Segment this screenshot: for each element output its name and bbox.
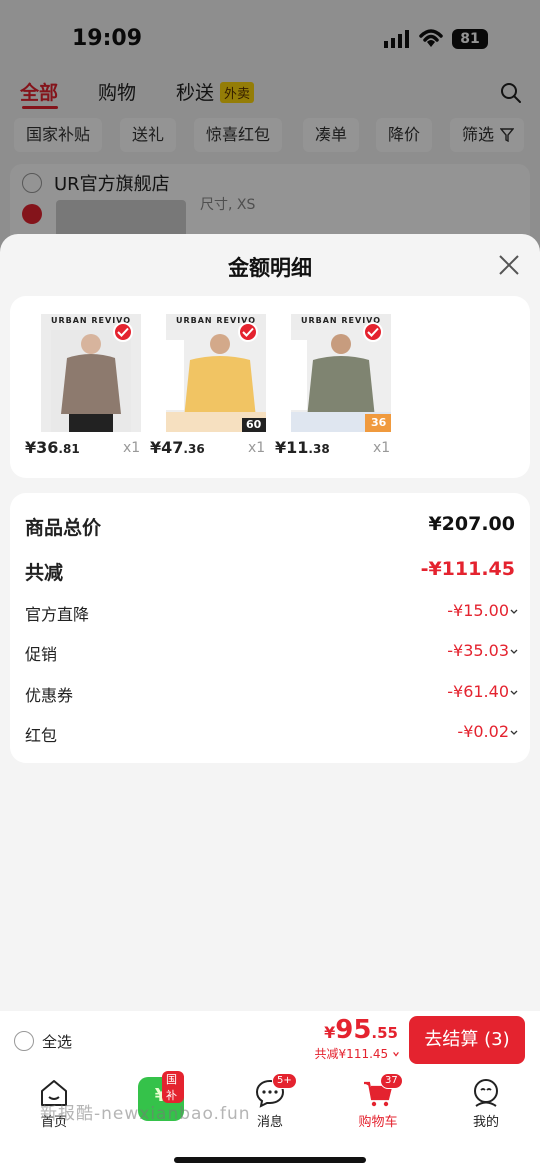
tab-cart-label: 购物车	[358, 1115, 398, 1130]
discount-label: 红包	[25, 726, 58, 745]
price-summary-card: 商品总价 ¥207.00 共减 -¥111.45 官方直降 -¥15.00 促销…	[10, 493, 530, 763]
item-quantity: x1	[248, 440, 266, 456]
discount-row-coupon[interactable]: 优惠券 -¥61.40	[25, 682, 518, 712]
select-all-radio[interactable]	[14, 1031, 34, 1051]
amount-detail-sheet: 金额明细 URBAN REVIVO ¥36.81 x1 URBAN REVIVO…	[0, 234, 540, 1011]
total-price-label: 商品总价	[25, 517, 102, 539]
chevron-down-icon	[510, 649, 518, 654]
messages-badge: 5+	[272, 1073, 297, 1089]
discount-value: -¥15.00	[447, 601, 509, 620]
discount-label: 优惠券	[25, 686, 74, 705]
select-all-label[interactable]: 全选	[42, 1031, 72, 1052]
chevron-down-icon	[510, 690, 518, 695]
total-reduction-row: 共减 -¥111.45	[25, 558, 515, 588]
item-price: ¥47.36	[150, 438, 205, 457]
watermark-text: 新报酷-newxianbao.fun	[40, 1104, 251, 1124]
checkout-button[interactable]: 去结算 (3)	[409, 1016, 525, 1064]
chevron-down-icon	[510, 730, 518, 735]
bottom-tab-bar: 首页 ¥ 国补 5+ 消息 37 购物车 我的 新报酷-newxianbao.f…	[0, 1071, 540, 1173]
selected-checkmark-icon	[238, 322, 258, 342]
tab-profile-label: 我的	[472, 1115, 499, 1130]
item-price: ¥36.81	[25, 438, 80, 457]
discount-row-official[interactable]: 官方直降 -¥15.00	[25, 601, 518, 631]
saving-summary[interactable]: 共减¥111.45	[315, 1045, 400, 1062]
chevron-down-icon	[510, 609, 518, 614]
selected-checkmark-icon	[113, 322, 133, 342]
discount-value: -¥61.40	[447, 682, 509, 701]
discount-value: -¥0.02	[457, 722, 509, 741]
price-tag-badge: 36	[371, 416, 387, 429]
chevron-down-icon	[393, 1052, 399, 1057]
discount-row-red-packet[interactable]: 红包 -¥0.02	[25, 722, 518, 752]
product-item[interactable]: URBAN REVIVO ¥36.81 x1	[25, 314, 145, 464]
product-item[interactable]: URBAN REVIVO 36 ¥11.38 x1	[275, 314, 395, 464]
product-item[interactable]: URBAN REVIVO 60 ¥47.36 x1	[150, 314, 270, 464]
checkout-bar: 全选 ¥95.55 共减¥111.45 去结算 (3)	[0, 1011, 540, 1071]
sheet-title: 金额明细	[228, 256, 312, 280]
discount-label: 官方直降	[25, 605, 90, 624]
cart-badge: 37	[380, 1073, 403, 1089]
item-price: ¥11.38	[275, 438, 330, 457]
item-quantity: x1	[373, 440, 391, 456]
tab-profile[interactable]: 我的	[446, 1075, 526, 1135]
discount-row-promotion[interactable]: 促销 -¥35.03	[25, 641, 518, 671]
close-icon[interactable]	[496, 252, 522, 278]
price-tag-badge: 60	[246, 418, 262, 431]
discount-value: -¥35.03	[447, 641, 509, 660]
items-card: URBAN REVIVO ¥36.81 x1 URBAN REVIVO 60 ¥…	[10, 296, 530, 478]
total-price-value: ¥207.00	[428, 513, 515, 535]
total-reduction-value: -¥111.45	[420, 558, 515, 580]
total-reduction-label: 共减	[25, 562, 64, 584]
item-quantity: x1	[123, 440, 141, 456]
total-price-row: 商品总价 ¥207.00	[25, 513, 515, 543]
tab-cart[interactable]: 37 购物车	[338, 1073, 418, 1135]
profile-icon	[474, 1079, 498, 1107]
total-pay-price: ¥95.55	[324, 1015, 398, 1045]
selected-checkmark-icon	[363, 322, 383, 342]
discount-label: 促销	[25, 645, 58, 664]
home-indicator[interactable]	[174, 1157, 366, 1163]
